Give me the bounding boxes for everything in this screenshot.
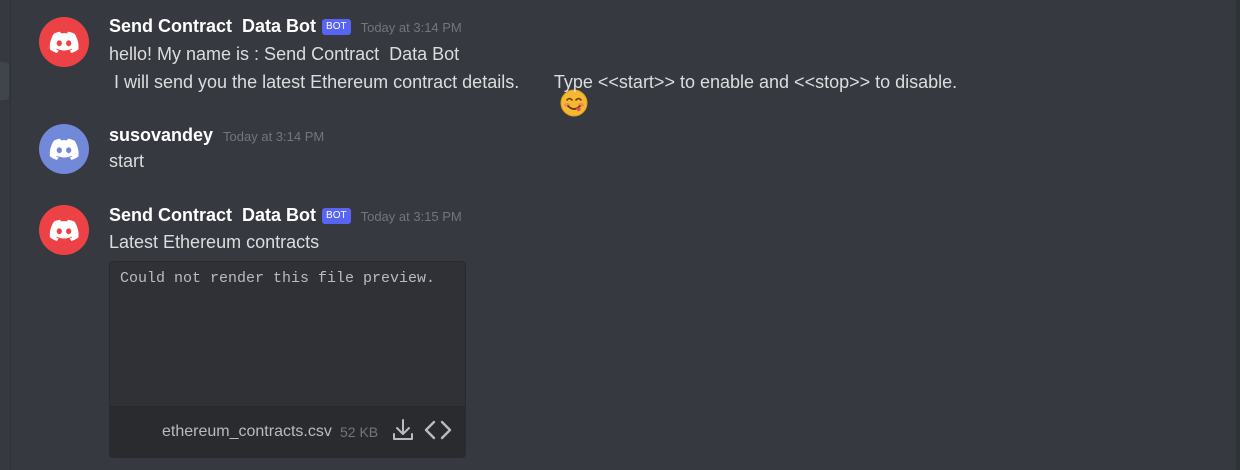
discord-logo-icon	[49, 31, 79, 53]
face-savoring-food-emoji-icon[interactable]	[520, 68, 588, 117]
discord-logo-icon	[49, 219, 79, 241]
sidebar-selected-item[interactable]	[0, 62, 9, 100]
discord-logo-icon	[49, 138, 79, 160]
message-text: start	[109, 151, 145, 171]
chat-window: Send Contract Data Bot BOT Today at 3:14…	[0, 0, 1240, 470]
channel-sidebar-edge	[0, 0, 11, 470]
file-preview-text: Could not render this file preview.	[120, 270, 436, 287]
timestamp[interactable]: Today at 3:15 PM	[361, 209, 462, 224]
message-text: I will send you the latest Ethereum cont…	[109, 71, 520, 92]
username[interactable]: Send Contract Data Bot	[109, 16, 316, 37]
bot-badge: BOT	[322, 208, 351, 224]
timestamp[interactable]: Today at 3:14 PM	[361, 20, 462, 35]
message-text-line: Latest Ethereum contracts	[109, 232, 319, 253]
avatar[interactable]	[39, 205, 89, 255]
attachment-filename[interactable]: ethereum_contracts.csv	[162, 423, 332, 441]
message-text-line: hello! My name is : Send Contract Data B…	[109, 44, 459, 65]
message-text: hello! My name is : Send Contract Data B…	[109, 44, 460, 64]
scrollbar-track[interactable]	[1236, 0, 1240, 470]
username[interactable]: susovandey	[109, 125, 213, 146]
code-icon[interactable]	[424, 419, 452, 441]
message-text: Latest Ethereum contracts	[109, 232, 320, 252]
timestamp[interactable]: Today at 3:14 PM	[223, 129, 324, 144]
message-text: Type <<start>> to enable and <<stop>> to…	[549, 71, 958, 92]
avatar[interactable]	[39, 124, 89, 174]
message-text-line: I will send you the latest Ethereum cont…	[109, 68, 958, 117]
download-icon[interactable]	[392, 418, 414, 442]
message-header: susovandey Today at 3:14 PM	[109, 125, 324, 146]
message-header: Send Contract Data Bot BOT Today at 3:15…	[109, 205, 462, 227]
attachment-footer: ethereum_contracts.csv 52 KB	[110, 406, 465, 457]
bot-badge: BOT	[322, 19, 351, 35]
username[interactable]: Send Contract Data Bot	[109, 205, 316, 226]
avatar[interactable]	[39, 17, 89, 67]
message-header: Send Contract Data Bot BOT Today at 3:14…	[109, 16, 462, 38]
file-attachment[interactable]: Could not render this file preview. ethe…	[109, 261, 466, 458]
message-text-line: start	[109, 151, 144, 172]
attachment-filesize: 52 KB	[340, 424, 379, 440]
